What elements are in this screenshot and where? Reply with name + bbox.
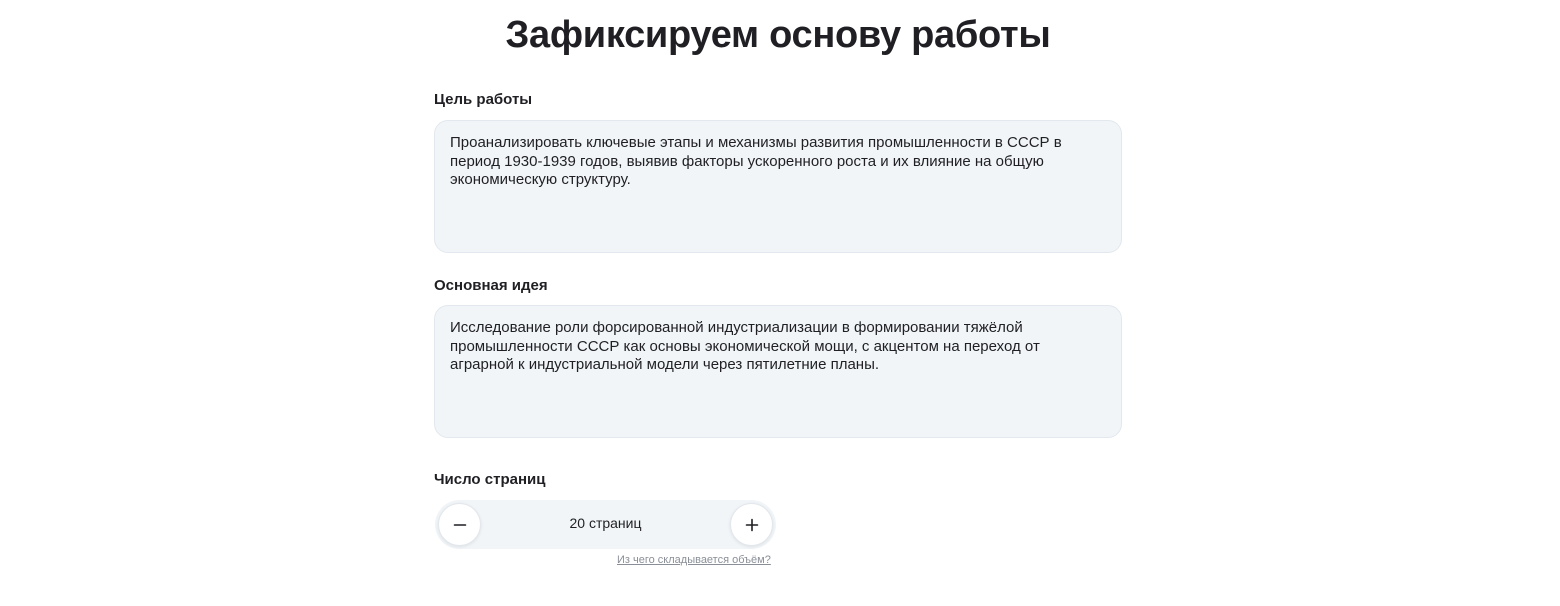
- page-title: Зафиксируем основу работы: [505, 14, 1051, 56]
- page-count-value: 20 страниц: [569, 515, 642, 531]
- plus-icon: [745, 518, 758, 531]
- goal-label: Цель работы: [434, 91, 533, 108]
- minus-icon: [453, 523, 466, 526]
- volume-info-link[interactable]: Из чего складывается объём?: [617, 553, 771, 567]
- main-idea-textarea[interactable]: Исследование роли форсированной индустри…: [434, 305, 1122, 438]
- decrement-pages-button[interactable]: [438, 503, 481, 546]
- page-count-stepper: 20 страниц: [435, 500, 776, 549]
- increment-pages-button[interactable]: [730, 503, 773, 546]
- page-count-label: Число страниц: [434, 471, 546, 488]
- goal-textarea[interactable]: Проанализировать ключевые этапы и механи…: [434, 120, 1122, 253]
- main-idea-label: Основная идея: [434, 277, 548, 294]
